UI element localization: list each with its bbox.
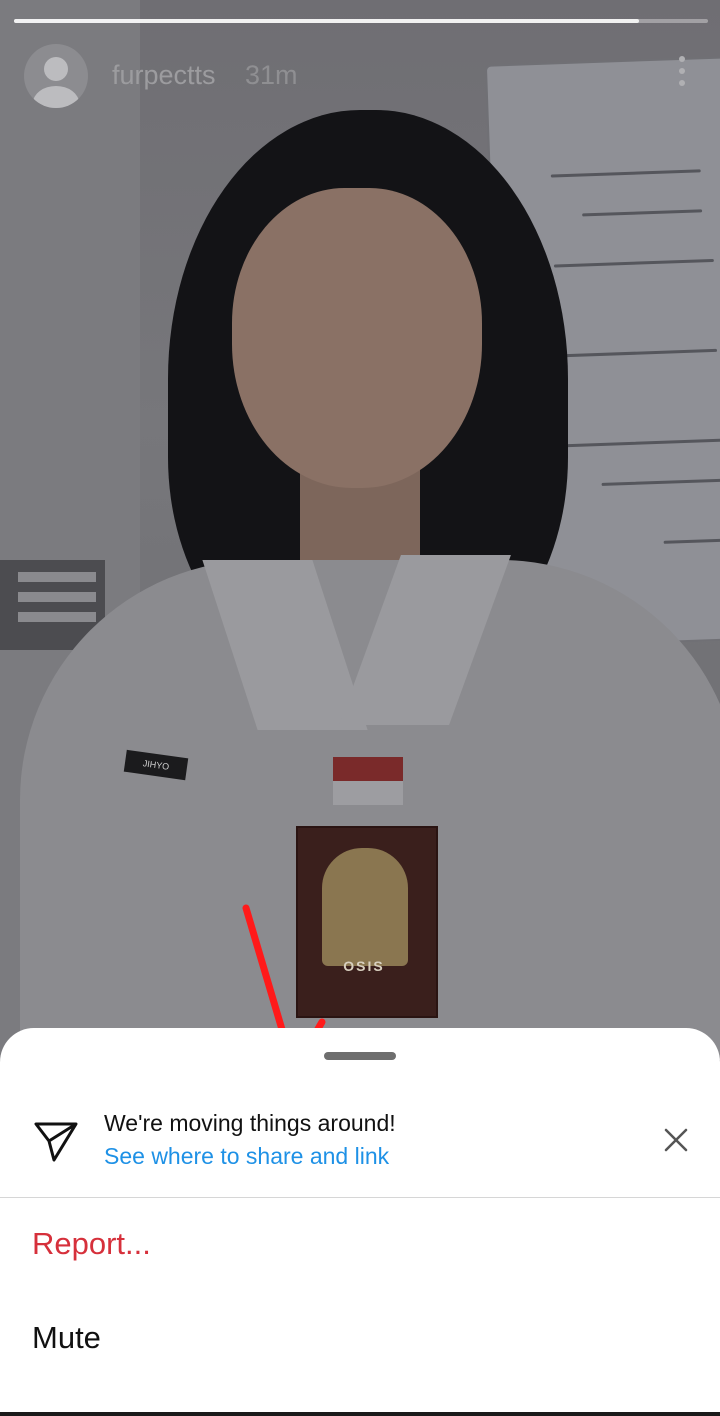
report-menu-item[interactable]: Report... xyxy=(32,1226,151,1262)
photo-face xyxy=(232,188,482,488)
sheet-divider xyxy=(0,1197,720,1198)
paper-plane-icon xyxy=(34,1122,78,1162)
story-username[interactable]: furpectts xyxy=(112,60,216,91)
more-vertical-icon[interactable] xyxy=(672,56,692,92)
close-icon[interactable] xyxy=(658,1122,694,1158)
mute-menu-item[interactable]: Mute xyxy=(32,1320,101,1356)
sheet-drag-handle[interactable] xyxy=(324,1052,396,1060)
whiteboard-scribble xyxy=(601,478,720,486)
story-photo[interactable]: JIHYO OSIS xyxy=(0,0,720,1060)
notice-title: We're moving things around! xyxy=(104,1110,396,1136)
moving-things-notice: We're moving things around! See where to… xyxy=(0,1098,720,1198)
whiteboard-scribble xyxy=(663,538,720,544)
whiteboard-scribble xyxy=(582,209,703,217)
screen-bottom-edge xyxy=(0,1412,720,1416)
whiteboard-scribble xyxy=(553,258,714,268)
photo-flag-badge xyxy=(333,781,403,805)
whiteboard-scribble xyxy=(560,438,720,448)
photo-flag-badge xyxy=(333,757,403,781)
story-progress-fill xyxy=(14,19,639,23)
whiteboard-scribble xyxy=(547,348,718,358)
story-progress-bar xyxy=(14,19,708,23)
story-timestamp: 31m xyxy=(245,60,298,90)
whiteboard-scribble xyxy=(550,169,701,178)
see-where-to-share-link[interactable]: See where to share and link xyxy=(104,1143,389,1170)
avatar[interactable] xyxy=(24,44,88,108)
options-bottom-sheet: We're moving things around! See where to… xyxy=(0,1028,720,1416)
story-header: furpectts 31m xyxy=(24,44,704,108)
